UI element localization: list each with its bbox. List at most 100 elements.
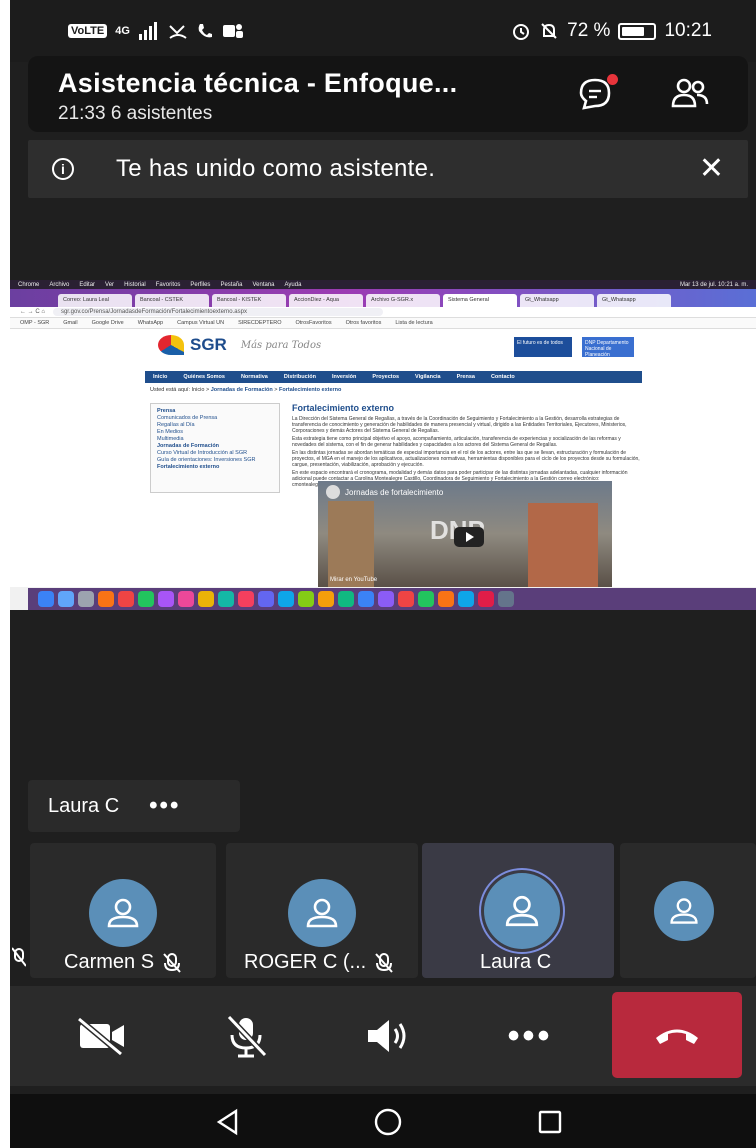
bookmark: WhatsApp	[137, 320, 164, 326]
chat-button[interactable]	[573, 72, 618, 116]
attendee-banner: i Te has unido como asistente. ✕	[28, 140, 748, 198]
sidemenu-item: Guía de orientaciones: Inversiones SGR	[157, 457, 256, 463]
play-icon	[454, 527, 484, 547]
site-nav-item: Inicio	[153, 374, 168, 380]
bookmark: OtrosFavoritos	[295, 320, 332, 326]
alarm-icon	[513, 24, 530, 40]
breadcrumb-prefix: Usted está aquí: Inicio >	[150, 387, 210, 393]
hangup-button[interactable]	[612, 992, 742, 1078]
battery-fill	[622, 26, 645, 36]
browser-url: sgr.gov.co/Prensa/JornadasdeFormación/Fo…	[52, 308, 383, 316]
dock-app-icon	[298, 591, 314, 607]
volte-badge: VoLTE	[68, 24, 108, 38]
participant-tile-active[interactable]: Laura C	[422, 843, 614, 978]
teams-icon	[222, 24, 243, 38]
avatar	[288, 879, 356, 947]
participant-name: Laura C	[480, 951, 552, 973]
mic-off-icon	[375, 952, 393, 973]
close-icon[interactable]: ✕	[699, 154, 724, 184]
android-nav-bar	[10, 1094, 756, 1148]
mac-clock: Mar 13 de jul. 10:21 a. m.	[679, 281, 748, 288]
battery-icon	[618, 22, 657, 40]
dock-app-icon	[338, 591, 354, 607]
site-nav-item: Distribución	[283, 374, 316, 380]
dock-app-icon	[218, 591, 234, 607]
site-nav-item: Prensa	[456, 374, 475, 380]
bookmarks-bar: OMP - SGR Gmail Google Drive WhatsApp Ca…	[10, 318, 756, 329]
site-breadcrumb: Usted está aquí: Inicio > Jornadas de Fo…	[150, 387, 342, 393]
status-right: 72 % 10:21	[511, 20, 712, 42]
dock-app-icon	[78, 591, 94, 607]
browser-urlbar: ← → C ⌂ sgr.gov.co/Prensa/JornadasdeForm…	[10, 307, 756, 318]
meeting-title: Asistencia técnica - Enfoque...	[58, 68, 458, 98]
status-left: VoLTE 4G	[68, 22, 244, 40]
site-nav-item: Proyectos	[372, 374, 400, 380]
notifications-off-icon	[541, 23, 557, 39]
browser-tab: Gt_Whatsapp	[520, 294, 594, 307]
recents-button[interactable]	[534, 1106, 566, 1138]
home-button[interactable]	[372, 1106, 404, 1138]
person-icon	[670, 898, 698, 924]
dock-app-icon	[498, 591, 514, 607]
content-heading: Fortalecimiento externo	[292, 403, 395, 413]
speaker-button[interactable]	[360, 1008, 416, 1064]
embedded-video: Jornadas de fortalecimiento DNP Mirar en…	[318, 481, 612, 587]
bookmark: OMP - SGR	[20, 320, 50, 326]
mac-menu-item: Historial	[124, 281, 146, 288]
participant-name-row: Carmen S	[64, 951, 182, 974]
video-building	[328, 501, 374, 587]
presenter-name: Laura C	[48, 794, 120, 817]
browser-tab: Archivo G-SGR.x	[366, 294, 440, 307]
mac-menu-item: Editar	[79, 281, 96, 288]
bookmark: SIRECDEPTERO	[238, 320, 282, 326]
participant-tile[interactable]: ROGER C (...	[226, 843, 418, 978]
participant-name: ROGER C (...	[244, 951, 367, 973]
bookmark: Otros favoritos	[345, 320, 382, 326]
attendee-count: 6 asistentes	[110, 103, 213, 124]
dock-app-icon	[418, 591, 434, 607]
avatar	[89, 879, 157, 947]
avatar	[654, 881, 714, 941]
sidemenu-item: En Medios	[157, 429, 183, 435]
site-nav-item: Contacto	[490, 374, 515, 380]
mac-menu-item: Chrome	[18, 281, 40, 288]
more-actions-button[interactable]: •••	[502, 1008, 558, 1064]
participant-name: Carmen S	[64, 951, 155, 973]
dock-app-icon	[98, 591, 114, 607]
participant-tile[interactable]: Carmen S	[30, 843, 216, 978]
browser-tab: Gt_Whatsapp	[597, 294, 671, 307]
dock-app-icon	[458, 591, 474, 607]
dock-app-icon	[238, 591, 254, 607]
sidemenu-item: Comunicados de Prensa	[157, 415, 218, 421]
site-nav: Inicio Quiénes Somos Normativa Distribuc…	[145, 371, 642, 383]
meeting-header: Asistencia técnica - Enfoque... 21:33 6 …	[28, 56, 748, 132]
browser-tabstrip: Correo: Laura Leal Bancoal - CSTEK Banco…	[10, 289, 756, 307]
mic-toggle-button[interactable]	[218, 1008, 274, 1064]
mac-menubar: Chrome Archivo Editar Ver Historial Favo…	[10, 280, 756, 289]
mac-menu-item: Ayuda	[284, 281, 302, 288]
participant-tile[interactable]	[620, 843, 756, 978]
dock-app-icon	[158, 591, 174, 607]
site-nav-item: Vigilancia	[415, 374, 441, 380]
dock-app-icon	[318, 591, 334, 607]
shared-screen[interactable]: Chrome Archivo Editar Ver Historial Favo…	[10, 280, 756, 610]
participants-button[interactable]	[668, 72, 712, 116]
video-title-text: Jornadas de fortalecimiento	[345, 487, 444, 497]
presenter-label: Laura C •••	[28, 780, 240, 832]
person-icon	[306, 898, 338, 928]
banner-message: Te has unido como asistente.	[116, 155, 436, 182]
youtube-link: Mirar en YouTube	[330, 577, 378, 583]
bookmark: Google Drive	[91, 320, 124, 326]
speaker-icon	[368, 1020, 406, 1052]
bookmark: Gmail	[63, 320, 78, 326]
sgr-tagline: Más para Todos	[240, 339, 322, 351]
participant-strip[interactable]: Carmen S ROGER C (... Laura C	[10, 843, 756, 978]
gov-badge: El futuro es de todos	[514, 337, 572, 357]
camera-toggle-button[interactable]	[74, 1008, 130, 1064]
phone-screen: VoLTE 4G 72 % 10:21 Asistencia técnica -…	[10, 0, 756, 1148]
recents-icon	[538, 1110, 562, 1134]
dock-app-icon	[138, 591, 154, 607]
more-options-button[interactable]: •••	[149, 792, 180, 820]
dock-app-icon	[438, 591, 454, 607]
back-button[interactable]	[212, 1106, 244, 1138]
